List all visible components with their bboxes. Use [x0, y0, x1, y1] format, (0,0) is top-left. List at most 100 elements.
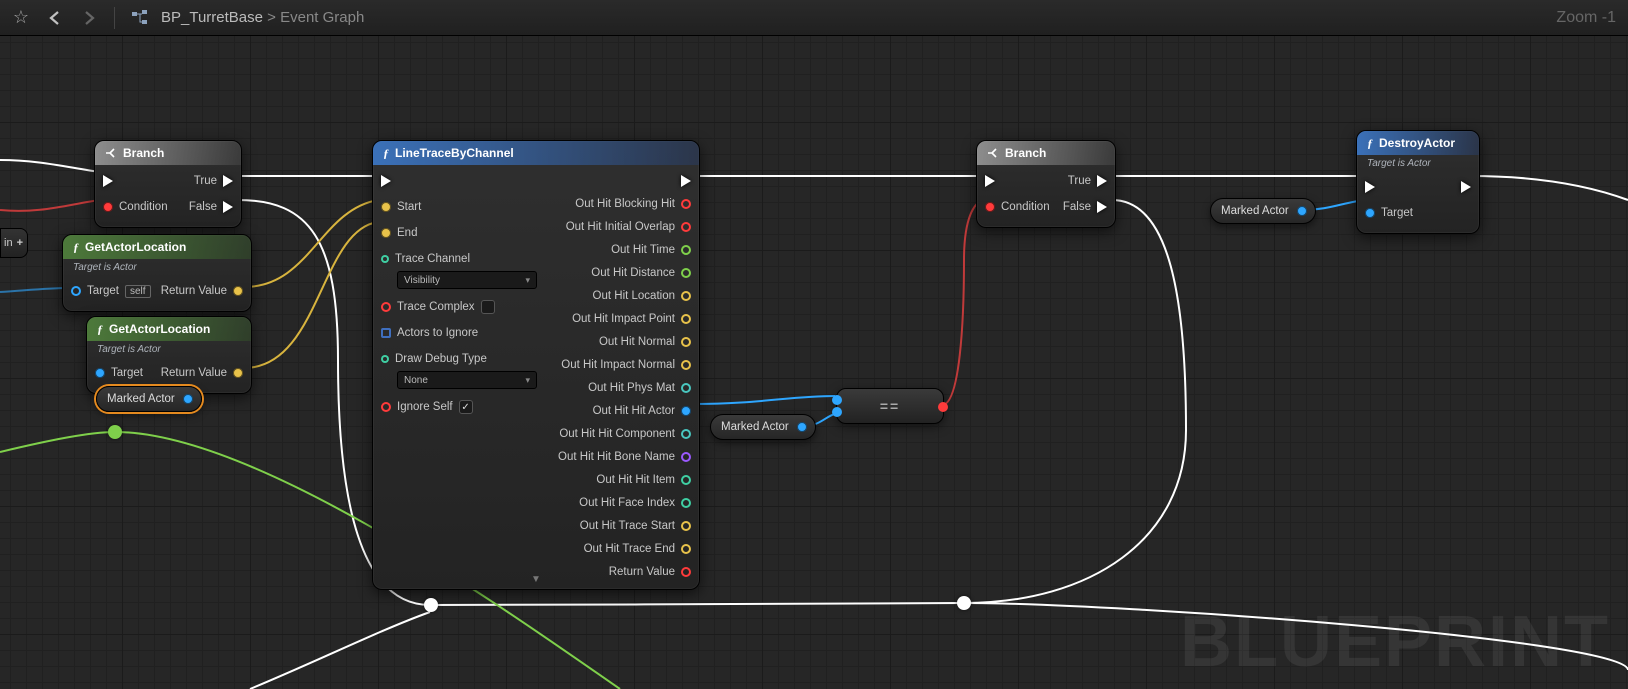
trace-complex-checkbox[interactable]	[481, 300, 495, 314]
node-destroy-actor[interactable]: ƒ DestroyActor Target is Actor Target	[1356, 130, 1480, 234]
node-title: LineTraceByChannel	[395, 146, 514, 160]
reroute-data[interactable]	[108, 425, 122, 439]
equals-label: ==	[880, 398, 900, 414]
out-hit-actor-pin[interactable]: Out Hit Hit Actor	[593, 401, 691, 421]
condition-pin[interactable]: Condition	[103, 197, 168, 217]
self-value[interactable]: self	[125, 285, 151, 298]
end-pin[interactable]: End	[381, 223, 417, 243]
variable-label: Marked Actor	[721, 421, 789, 433]
true-pin[interactable]: True	[1068, 171, 1107, 191]
zoom-indicator: Zoom -1	[1556, 9, 1620, 27]
function-icon: ƒ	[383, 146, 389, 161]
node-get-actor-location[interactable]: ƒ GetActorLocation Target is Actor Targe…	[86, 316, 252, 394]
return-value-pin[interactable]: Return Value	[609, 562, 691, 582]
frag-label: in	[4, 237, 13, 249]
equals-b-pin[interactable]	[832, 407, 842, 417]
node-header[interactable]: ƒ DestroyActor	[1357, 131, 1479, 155]
branch-icon	[987, 147, 999, 159]
equals-out-pin[interactable]	[938, 402, 948, 412]
out-hit-face-index-pin[interactable]: Out Hit Face Index	[579, 493, 691, 513]
variable-out-pin[interactable]	[183, 394, 193, 404]
start-pin[interactable]: Start	[381, 197, 421, 217]
node-header[interactable]: Branch	[977, 141, 1115, 165]
out-blocking-hit-pin[interactable]: Out Hit Blocking Hit	[575, 194, 691, 214]
out-hit-item-pin[interactable]: Out Hit Hit Item	[596, 470, 691, 490]
exec-in-pin[interactable]	[985, 171, 995, 191]
draw-debug-type-pin[interactable]: Draw Debug Type	[381, 349, 537, 369]
trace-complex-pin[interactable]: Trace Complex	[381, 297, 495, 317]
node-branch[interactable]: Branch Condition True False	[976, 140, 1116, 228]
variable-label: Marked Actor	[107, 393, 175, 405]
trace-channel-dropdown[interactable]: Visibility	[397, 271, 537, 289]
return-value-pin[interactable]: Return Value	[161, 281, 243, 301]
out-hit-location-pin[interactable]: Out Hit Location	[593, 286, 691, 306]
node-branch[interactable]: Branch Condition True False	[94, 140, 242, 228]
equals-a-pin[interactable]	[832, 395, 842, 405]
out-hit-trace-start-pin[interactable]: Out Hit Trace Start	[580, 516, 691, 536]
node-header[interactable]: Branch	[95, 141, 241, 165]
out-hit-impact-point-pin[interactable]: Out Hit Impact Point	[572, 309, 691, 329]
node-subtitle: Target is Actor	[1367, 158, 1431, 169]
nav-back-icon[interactable]	[42, 5, 68, 31]
out-hit-normal-pin[interactable]: Out Hit Normal	[599, 332, 691, 352]
actors-to-ignore-pin[interactable]: Actors to Ignore	[381, 323, 478, 343]
out-hit-bone-name-pin[interactable]: Out Hit Hit Bone Name	[558, 447, 691, 467]
exec-out-pin[interactable]	[1461, 177, 1471, 197]
toolbar: ☆ BP_TurretBase > Event Graph Zoom -1	[0, 0, 1628, 36]
exec-in-pin[interactable]	[1365, 177, 1375, 197]
variable-out-pin[interactable]	[797, 422, 807, 432]
nav-forward-icon[interactable]	[76, 5, 102, 31]
return-value-pin[interactable]: Return Value	[161, 363, 243, 383]
node-title: Branch	[123, 146, 164, 160]
out-hit-phys-mat-pin[interactable]: Out Hit Phys Mat	[588, 378, 691, 398]
false-pin[interactable]: False	[189, 197, 233, 217]
node-subtitle: Target is Actor	[73, 262, 137, 273]
true-pin[interactable]: True	[194, 171, 233, 191]
out-hit-distance-pin[interactable]: Out Hit Distance	[591, 263, 691, 283]
breadcrumb-root[interactable]: BP_TurretBase	[161, 9, 263, 26]
breadcrumb[interactable]: BP_TurretBase > Event Graph	[161, 9, 364, 26]
node-line-trace-by-channel[interactable]: ƒ LineTraceByChannel Start End Trace Cha…	[372, 140, 700, 590]
breadcrumb-leaf[interactable]: Event Graph	[280, 9, 364, 26]
variable-get-marked-actor[interactable]: Marked Actor	[1210, 198, 1316, 224]
out-initial-overlap-pin[interactable]: Out Hit Initial Overlap	[566, 217, 691, 237]
ignore-self-checkbox[interactable]	[459, 400, 473, 414]
breadcrumb-sep: >	[267, 9, 280, 26]
node-equals[interactable]: ==	[836, 388, 944, 424]
target-pin[interactable]: Target	[1365, 203, 1413, 223]
condition-pin[interactable]: Condition	[985, 197, 1050, 217]
plus-icon[interactable]: +	[17, 237, 23, 249]
false-pin[interactable]: False	[1063, 197, 1107, 217]
variable-get-marked-actor[interactable]: Marked Actor	[96, 386, 202, 412]
node-title: GetActorLocation	[85, 241, 186, 253]
target-pin[interactable]: Target	[95, 363, 143, 383]
node-header[interactable]: ƒ GetActorLocation	[63, 235, 251, 259]
out-hit-trace-end-pin[interactable]: Out Hit Trace End	[584, 539, 691, 559]
reroute-exec[interactable]	[424, 598, 438, 612]
variable-out-pin[interactable]	[1297, 206, 1307, 216]
exec-in-pin[interactable]	[103, 171, 113, 191]
ignore-self-pin[interactable]: Ignore Self	[381, 397, 473, 417]
graph-icon[interactable]	[127, 5, 153, 31]
toolbar-separator	[114, 7, 115, 29]
out-hit-component-pin[interactable]: Out Hit Hit Component	[559, 424, 691, 444]
draw-debug-dropdown[interactable]: None	[397, 371, 537, 389]
variable-get-marked-actor[interactable]: Marked Actor	[710, 414, 816, 440]
favorite-icon[interactable]: ☆	[8, 5, 34, 31]
target-pin[interactable]: Target self	[71, 281, 151, 301]
node-header[interactable]: ƒ GetActorLocation	[87, 317, 251, 341]
exec-out-pin[interactable]	[681, 171, 691, 191]
expand-arrow-icon[interactable]: ▼	[531, 574, 541, 585]
exec-in-pin[interactable]	[381, 171, 391, 191]
node-fragment[interactable]: in +	[0, 228, 28, 258]
node-subtitle: Target is Actor	[97, 344, 161, 355]
out-hit-time-pin[interactable]: Out Hit Time	[611, 240, 691, 260]
trace-channel-pin[interactable]: Trace Channel	[381, 249, 537, 269]
variable-label: Marked Actor	[1221, 205, 1289, 217]
node-get-actor-location[interactable]: ƒ GetActorLocation Target is Actor Targe…	[62, 234, 252, 312]
reroute-exec[interactable]	[957, 596, 971, 610]
node-title: GetActorLocation	[109, 322, 210, 336]
out-hit-impact-normal-pin[interactable]: Out Hit Impact Normal	[561, 355, 691, 375]
node-title: DestroyActor	[1379, 136, 1455, 150]
node-header[interactable]: ƒ LineTraceByChannel	[373, 141, 699, 165]
